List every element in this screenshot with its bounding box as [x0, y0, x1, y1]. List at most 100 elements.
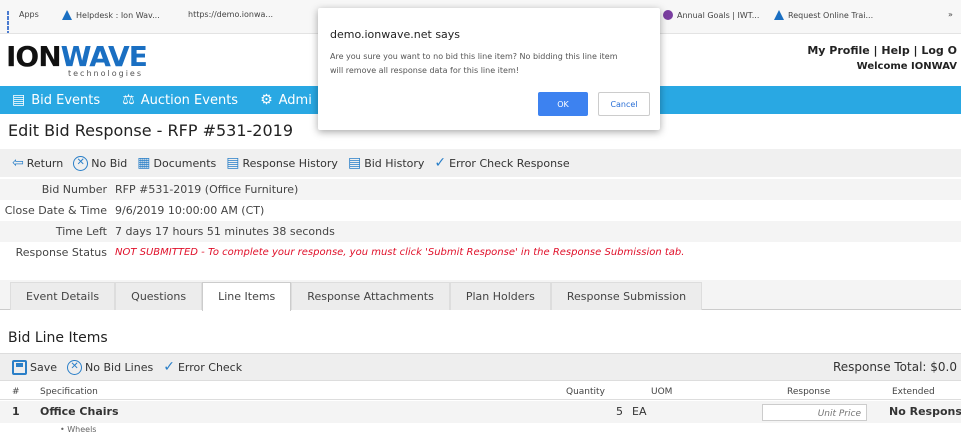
- save-button[interactable]: Save: [12, 359, 58, 375]
- action-label: Error Check: [177, 360, 243, 374]
- detail-value: 9/6/2019 10:00:00 AM (CT): [115, 204, 265, 217]
- page-title: Edit Bid Response - RFP #531-2019: [8, 121, 294, 140]
- bid-history-button[interactable]: ▤ Bid History: [348, 156, 424, 170]
- dialog-message: Are you sure you want to no bid this lin…: [330, 52, 618, 75]
- no-bid-icon: ✕: [73, 155, 89, 171]
- tab-event-details[interactable]: Event Details: [10, 282, 116, 310]
- table-row: 1 Office Chairs 5 EA No Response: [0, 401, 961, 423]
- column-header-uom: UOM: [651, 387, 673, 397]
- dialog-title: demo.ionwave.net says: [330, 28, 461, 41]
- tabs-bar: Event Details Questions Line Items Respo…: [0, 280, 961, 311]
- logo-main: ION: [6, 40, 62, 73]
- profile-help-logout-links[interactable]: My Profile | Help | Log O: [807, 43, 957, 59]
- ionwave-icon: [774, 10, 784, 20]
- nav-auction-events[interactable]: ⚖ Auction Events: [122, 92, 238, 108]
- action-label: Error Check Response: [449, 156, 570, 170]
- ok-button[interactable]: OK: [538, 92, 588, 116]
- error-check-response-button[interactable]: ✓ Error Check Response: [434, 156, 569, 170]
- apps-icon: [6, 10, 15, 33]
- detail-label: Time Left: [55, 225, 107, 238]
- detail-row-response-status: Response Status NOT SUBMITTED - To compl…: [0, 242, 961, 263]
- tab-line-items[interactable]: Line Items: [202, 282, 292, 311]
- tab-response-submission[interactable]: Response Submission: [550, 282, 703, 310]
- bookmark-label: Helpdesk : Ion Wav...: [76, 10, 160, 20]
- cancel-button[interactable]: Cancel: [598, 92, 650, 116]
- bookmark-training[interactable]: Request Online Trai...: [774, 10, 873, 20]
- unit-price-input[interactable]: [762, 404, 867, 421]
- user-links: My Profile | Help | Log O Welcome IONWAV: [807, 43, 957, 75]
- column-header-specification: Specification: [40, 387, 98, 397]
- goals-icon: [663, 10, 673, 20]
- bookmark-goals[interactable]: Annual Goals | IWT...: [663, 10, 759, 20]
- action-label: Documents: [153, 156, 217, 170]
- no-bid-button[interactable]: ✕ No Bid: [73, 155, 128, 171]
- bookmark-label: Annual Goals | IWT...: [677, 10, 760, 20]
- nav-admin[interactable]: ⚙ Admi: [260, 92, 312, 108]
- history-icon: ▤: [347, 155, 362, 171]
- documents-button[interactable]: ▦ Documents: [137, 156, 216, 170]
- action-label: Bid History: [364, 156, 425, 170]
- row-extended: No Response: [889, 405, 961, 418]
- no-bid-lines-button[interactable]: ✕ No Bid Lines: [67, 359, 154, 375]
- detail-value: 7 days 17 hours 51 minutes 38 seconds: [115, 225, 335, 238]
- action-label: Response History: [242, 156, 338, 170]
- bookmark-demo[interactable]: https://demo.ionwa...: [188, 10, 273, 19]
- line-items-table-header: # Specification Quantity UOM Response Ex…: [0, 384, 961, 400]
- nav-label: Bid Events: [31, 92, 101, 108]
- row-sub-specification: • Wheels: [60, 425, 97, 434]
- bid-details: Bid Number RFP #531-2019 (Office Furnitu…: [0, 179, 961, 263]
- error-check-button[interactable]: ✓ Error Check: [163, 360, 242, 374]
- detail-row-bid-number: Bid Number RFP #531-2019 (Office Furnitu…: [0, 179, 961, 200]
- welcome-text: Welcome IONWAV: [856, 61, 957, 72]
- detail-label: Response Status: [15, 246, 107, 259]
- action-label: No Bid: [91, 156, 128, 170]
- bookmark-apps[interactable]: Apps: [6, 10, 39, 33]
- detail-value: RFP #531-2019 (Office Furniture): [115, 183, 299, 196]
- column-header-quantity: Quantity: [566, 387, 605, 397]
- action-bar: ⇦ Return ✕ No Bid ▦ Documents ▤ Response…: [0, 149, 961, 177]
- document-icon: ▤: [12, 92, 26, 108]
- column-header-extended: Extended: [892, 387, 935, 397]
- section-title: Bid Line Items: [8, 330, 108, 346]
- check-icon: ✓: [434, 155, 447, 171]
- confirm-dialog: demo.ionwave.net says Are you sure you w…: [318, 8, 660, 130]
- detail-row-close-date: Close Date & Time 9/6/2019 10:00:00 AM (…: [0, 200, 961, 221]
- action-label: Return: [26, 156, 64, 170]
- column-header-num: #: [12, 387, 20, 397]
- tab-questions[interactable]: Questions: [115, 282, 203, 310]
- action-label: No Bid Lines: [85, 360, 154, 374]
- bookmark-label: Apps: [19, 10, 39, 19]
- ionwave-logo[interactable]: IONWAVE technologies: [6, 40, 148, 79]
- ionwave-icon: [62, 10, 72, 20]
- row-specification: Office Chairs: [40, 405, 119, 418]
- bookmark-label: Request Online Trai...: [788, 10, 874, 20]
- bookmark-label: https://demo.ionwa...: [188, 10, 274, 19]
- return-icon: ⇦: [12, 155, 24, 171]
- bookmark-helpdesk[interactable]: Helpdesk : Ion Wav...: [62, 10, 160, 20]
- response-total: Response Total: $0.0: [832, 360, 957, 374]
- history-icon: ▤: [226, 155, 240, 171]
- save-icon: [12, 359, 27, 375]
- auction-icon: ⚖: [122, 92, 135, 108]
- no-bid-icon: ✕: [67, 359, 83, 375]
- bookmarks-more[interactable]: »: [948, 10, 953, 19]
- nav-bid-events[interactable]: ▤ Bid Events: [12, 92, 100, 108]
- gear-icon: ⚙: [260, 92, 273, 108]
- column-header-response: Response: [787, 387, 831, 397]
- more-icon: »: [948, 10, 953, 19]
- nav-label: Auction Events: [140, 92, 239, 108]
- documents-icon: ▦: [137, 155, 151, 171]
- row-quantity: 5: [616, 405, 623, 418]
- logo-subtitle: technologies: [68, 69, 143, 78]
- row-uom: EA: [632, 405, 647, 418]
- line-items-toolbar: Save ✕ No Bid Lines ✓ Error Check Respon…: [0, 353, 961, 381]
- detail-label: Close Date & Time: [4, 204, 107, 217]
- return-button[interactable]: ⇦ Return: [12, 156, 63, 170]
- response-history-button[interactable]: ▤ Response History: [226, 156, 338, 170]
- status-message: NOT SUBMITTED - To complete your respons…: [115, 247, 685, 258]
- detail-label: Bid Number: [41, 183, 107, 196]
- tab-response-attachments[interactable]: Response Attachments: [291, 282, 450, 310]
- action-label: Save: [30, 360, 58, 374]
- nav-label: Admi: [278, 92, 312, 108]
- tab-plan-holders[interactable]: Plan Holders: [449, 282, 551, 310]
